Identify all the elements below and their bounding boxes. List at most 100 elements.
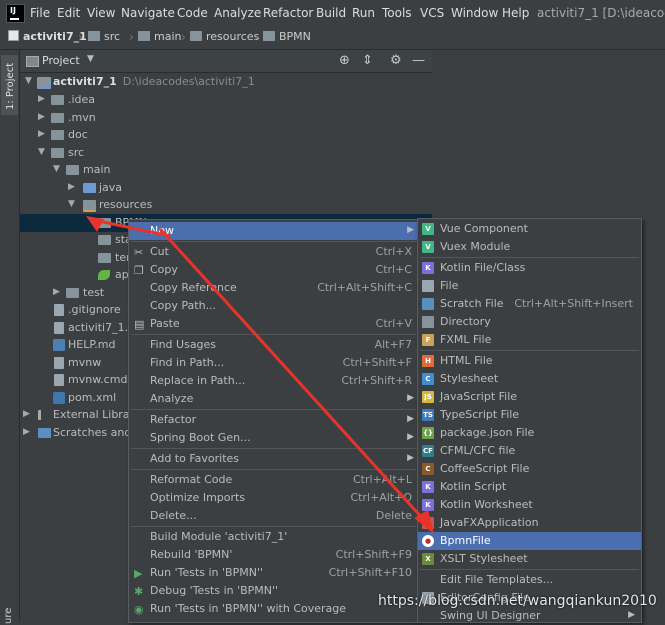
new-typescript-file[interactable]: TS TypeScript File (418, 406, 641, 424)
menu-analyze[interactable]: Analyze (214, 6, 261, 20)
menu-refactor[interactable]: Refactor (263, 6, 313, 20)
new-scratch-file[interactable]: Scratch File Ctrl+Alt+Shift+Insert (418, 295, 641, 313)
new-bpmn-file[interactable]: ● BpmnFile (418, 532, 641, 550)
hide-icon[interactable]: — (412, 53, 425, 68)
menu-item-refactor[interactable]: Refactor ▶ (129, 411, 418, 429)
menu-item-label: Rebuild 'BPMN' (150, 548, 233, 561)
tree-node[interactable]: ▼ resources (20, 196, 432, 214)
menu-code[interactable]: Code (177, 6, 208, 20)
project-view-selector[interactable]: Project (42, 54, 80, 67)
gear-icon[interactable]: ⚙ (390, 53, 402, 68)
new-directory[interactable]: Directory (418, 313, 641, 331)
chevron-down-icon[interactable]: ▼ (25, 76, 32, 86)
chevron-right-icon[interactable]: ▶ (38, 94, 45, 104)
menu-item-run-tests[interactable]: ▶ Run 'Tests in 'BPMN'' Ctrl+Shift+F10 (129, 564, 418, 582)
menu-item-cut[interactable]: ✂ Cut Ctrl+X (129, 243, 418, 261)
menu-item-find-usages[interactable]: Find Usages Alt+F7 (129, 336, 418, 354)
css-icon: C (422, 373, 434, 385)
menu-view[interactable]: View (87, 6, 115, 20)
chevron-down-icon[interactable]: ▼ (53, 164, 60, 174)
menu-tools[interactable]: Tools (382, 6, 412, 20)
chevron-right-icon[interactable]: ▶ (38, 129, 45, 139)
menu-item-build-module[interactable]: Build Module 'activiti7_1' (129, 528, 418, 546)
breadcrumb-item-resources[interactable]: resources (190, 30, 259, 43)
menu-item-analyze[interactable]: Analyze ▶ (129, 390, 418, 408)
chevron-right-icon[interactable]: ▶ (53, 287, 60, 297)
menu-separator (131, 448, 416, 449)
menu-item-delete[interactable]: Delete... Delete (129, 507, 418, 525)
new-html-file[interactable]: H HTML File (418, 352, 641, 370)
menu-item-copy-path[interactable]: Copy Path... (129, 297, 418, 315)
chevron-down-icon[interactable]: ▼ (87, 54, 94, 64)
resources-folder-icon (83, 200, 96, 212)
menu-item-debug-tests[interactable]: ✱ Debug 'Tests in 'BPMN'' (129, 582, 418, 600)
menu-window[interactable]: Window (451, 6, 498, 20)
tree-node[interactable]: ▶ .mvn (20, 109, 432, 127)
tree-node[interactable]: ▶ .idea (20, 91, 432, 109)
new-package-json[interactable]: {} package.json File (418, 424, 641, 442)
menu-item-copy-reference[interactable]: Copy Reference Ctrl+Alt+Shift+C (129, 279, 418, 297)
chevron-down-icon[interactable]: ▼ (68, 199, 75, 209)
fxml-icon: F (422, 334, 434, 346)
menu-item-add-to-favorites[interactable]: Add to Favorites ▶ (129, 450, 418, 468)
chevron-right-icon[interactable]: ▶ (38, 112, 45, 122)
structure-tool-tab[interactable]: ure (3, 608, 14, 624)
new-file[interactable]: File (418, 277, 641, 295)
chevron-down-icon[interactable]: ▼ (38, 147, 45, 157)
locate-icon[interactable]: ⊕ (339, 53, 350, 68)
collapse-all-icon[interactable]: ⇕ (362, 53, 373, 68)
menu-help[interactable]: Help (502, 6, 529, 20)
new-stylesheet[interactable]: C Stylesheet (418, 370, 641, 388)
menu-file[interactable]: File (30, 6, 50, 20)
new-javascript-file[interactable]: JS JavaScript File (418, 388, 641, 406)
menu-item-label: HTML File (440, 354, 493, 367)
menu-navigate[interactable]: Navigate (121, 6, 175, 20)
menu-item-reformat-code[interactable]: Reformat Code Ctrl+Alt+L (129, 471, 418, 489)
menu-build[interactable]: Build (316, 6, 346, 20)
tree-node-label: External Librari (53, 408, 138, 421)
menu-item-new[interactable]: New ▶ (129, 222, 418, 240)
new-vue-component[interactable]: V Vue Component (418, 220, 641, 238)
menu-item-paste[interactable]: ▤ Paste Ctrl+V (129, 315, 418, 333)
menu-item-shortcut: Ctrl+Shift+F9 (335, 548, 412, 561)
menu-item-spring-boot-gen[interactable]: Spring Boot Gen... ▶ (129, 429, 418, 447)
menu-item-run-with-coverage[interactable]: ◉ Run 'Tests in 'BPMN'' with Coverage (129, 600, 418, 618)
chevron-right-icon[interactable]: ▶ (68, 182, 75, 192)
new-coffeescript-file[interactable]: C CoffeeScript File (418, 460, 641, 478)
menu-run[interactable]: Run (352, 6, 375, 20)
breadcrumb-item-project[interactable]: activiti7_1 (8, 30, 87, 43)
tree-node-project-root[interactable]: ▼ activiti7_1 D:\ideacodes\activiti7_1 (20, 73, 432, 91)
breadcrumb-item-main[interactable]: main (138, 30, 181, 43)
new-fxml-file[interactable]: F FXML File (418, 331, 641, 349)
tree-node[interactable]: ▶ java (20, 179, 432, 197)
new-kotlin-worksheet[interactable]: K Kotlin Worksheet (418, 496, 641, 514)
scissors-icon: ✂ (134, 246, 144, 259)
new-cfml-file[interactable]: CF CFML/CFC file (418, 442, 641, 460)
breadcrumb-item-src[interactable]: src (88, 30, 120, 43)
menu-edit[interactable]: Edit (57, 6, 80, 20)
new-kotlin-script[interactable]: K Kotlin Script (418, 478, 641, 496)
new-xslt-stylesheet[interactable]: X XSLT Stylesheet (418, 550, 641, 568)
module-folder-icon (37, 77, 51, 89)
breadcrumb-item-bpmn[interactable]: BPMN (263, 30, 311, 43)
project-tool-tab[interactable]: 1: Project (1, 55, 18, 115)
menu-item-optimize-imports[interactable]: Optimize Imports Ctrl+Alt+O (129, 489, 418, 507)
menu-item-replace-in-path[interactable]: Replace in Path... Ctrl+Shift+R (129, 372, 418, 390)
tree-node[interactable]: ▼ src (20, 144, 432, 162)
new-kotlin-file[interactable]: K Kotlin File/Class (418, 259, 641, 277)
menu-vcs[interactable]: VCS (420, 6, 444, 20)
menu-item-rebuild[interactable]: Rebuild 'BPMN' Ctrl+Shift+F9 (129, 546, 418, 564)
menu-item-shortcut: Ctrl+Shift+F (342, 356, 412, 369)
chevron-right-icon[interactable]: ▶ (23, 427, 30, 437)
chevron-right-icon[interactable]: ▶ (23, 409, 30, 419)
new-swing-ui-designer[interactable]: Swing UI Designer ▶ (418, 607, 641, 625)
edit-file-templates[interactable]: Edit File Templates... (418, 571, 641, 589)
new-vuex-module[interactable]: V Vuex Module (418, 238, 641, 256)
chevron-right-icon: › (129, 30, 134, 44)
paste-icon: ▤ (134, 318, 145, 331)
menu-item-find-in-path[interactable]: Find in Path... Ctrl+Shift+F (129, 354, 418, 372)
tree-node[interactable]: ▼ main (20, 161, 432, 179)
menu-item-copy[interactable]: ❐ Copy Ctrl+C (129, 261, 418, 279)
new-javafx-application[interactable]: J JavaFXApplication (418, 514, 641, 532)
tree-node[interactable]: ▶ doc (20, 126, 432, 144)
